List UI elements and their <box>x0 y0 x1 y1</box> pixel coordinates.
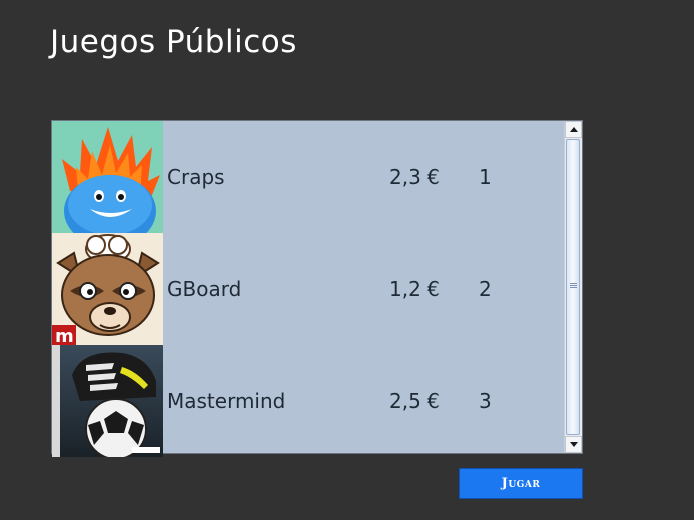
game-rank: 3 <box>479 389 492 413</box>
list-item[interactable]: m GBoard 1,2 € 2 <box>52 233 565 345</box>
grip-line <box>570 287 577 288</box>
game-price: 2,3 € <box>389 165 440 189</box>
scrollbar-thumb[interactable] <box>566 139 580 435</box>
soccer-boot-ball-icon <box>52 345 163 457</box>
game-price: 1,2 € <box>389 277 440 301</box>
play-button[interactable]: Jugar <box>459 468 583 499</box>
grip-line <box>570 283 577 284</box>
vertical-scrollbar[interactable] <box>564 121 582 453</box>
page-title: Juegos Públicos <box>50 24 297 60</box>
scroll-down-button[interactable] <box>565 436 582 453</box>
grip-line <box>570 285 577 286</box>
list-item[interactable]: Craps 2,3 € 1 <box>52 121 565 233</box>
raccoon-chef-icon: m <box>52 233 163 345</box>
list-item[interactable]: Mastermind 2,5 € 3 <box>52 345 565 457</box>
game-rank: 2 <box>479 277 492 301</box>
arrow-down-icon <box>570 442 578 447</box>
arrow-up-icon <box>570 127 578 132</box>
game-name: Mastermind <box>167 389 286 413</box>
game-rank: 1 <box>479 165 492 189</box>
svg-text:m: m <box>55 326 74 345</box>
game-name: GBoard <box>167 277 242 301</box>
scroll-up-button[interactable] <box>565 121 582 138</box>
games-list[interactable]: Craps 2,3 € 1 m GBoard 1,2 € 2 Mastermin… <box>51 120 583 457</box>
game-price: 2,5 € <box>389 389 440 413</box>
game-name: Craps <box>167 165 225 189</box>
blue-monster-icon <box>52 121 163 233</box>
